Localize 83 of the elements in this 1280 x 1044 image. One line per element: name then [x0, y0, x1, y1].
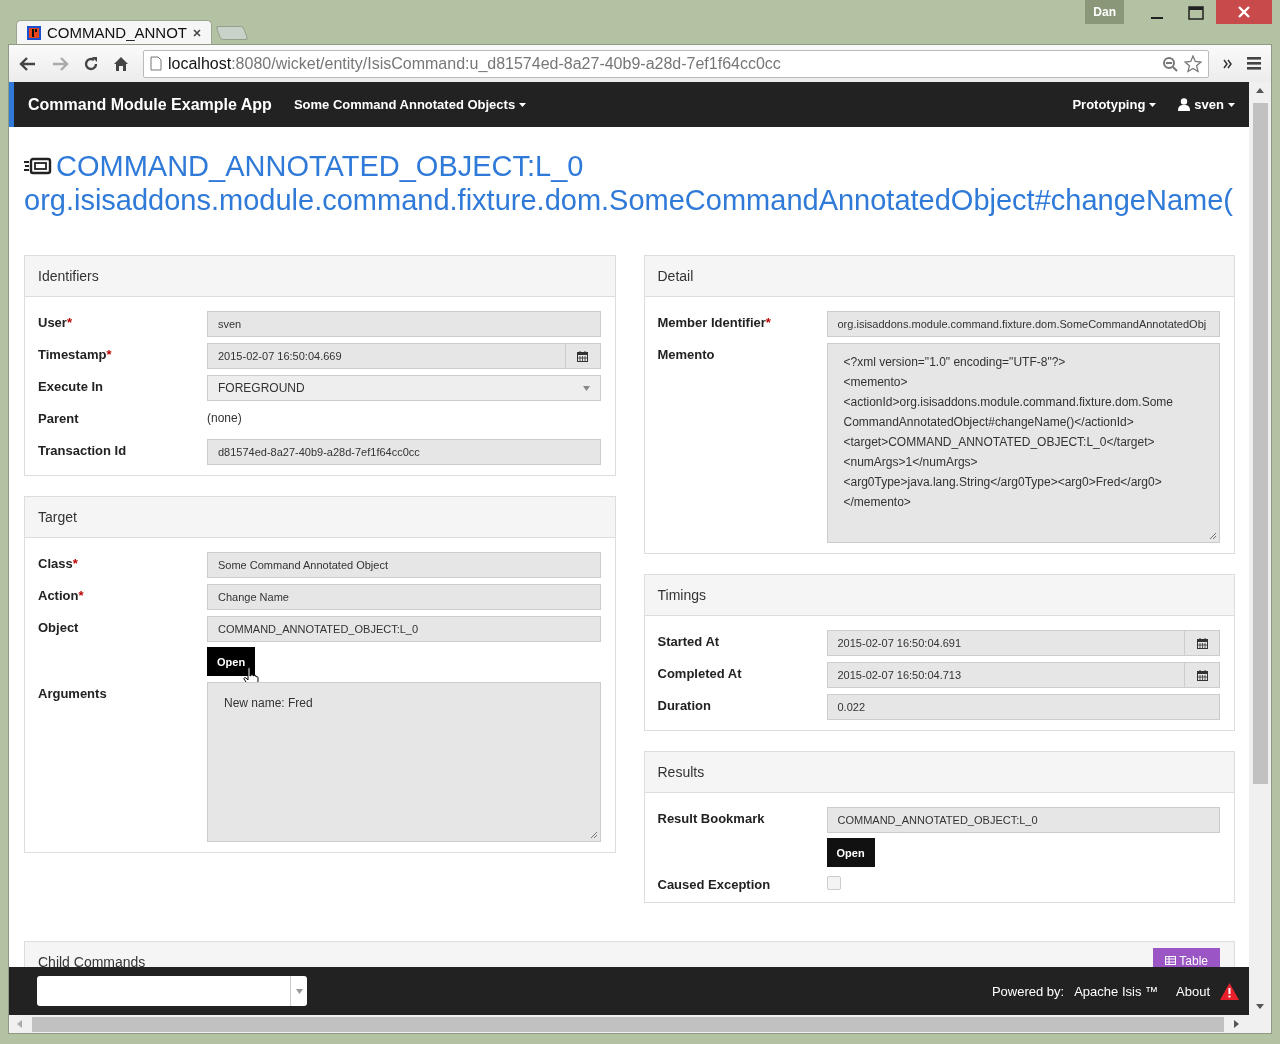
field-label: Execute In — [38, 378, 105, 396]
text-field[interactable]: COMMAND_ANNOTATED_OBJECT:L_0 — [207, 616, 601, 642]
about-link[interactable]: About — [1176, 983, 1210, 999]
powered-by-label: Powered by: — [991, 983, 1065, 999]
text-field[interactable]: Some Command Annotated Object — [207, 552, 601, 578]
nav-menu[interactable]: Prototyping — [1072, 97, 1157, 112]
field-label: Duration — [657, 697, 712, 715]
field-label: Action* — [38, 587, 85, 605]
table-icon — [1165, 956, 1177, 965]
select-field[interactable] — [37, 976, 307, 1006]
field-label: Arguments — [38, 685, 108, 703]
panel-title: Identifiers — [38, 268, 99, 284]
app-logo-icon — [27, 25, 41, 40]
calendar-icon[interactable] — [1196, 637, 1208, 649]
field-label: Memento — [657, 346, 716, 364]
warning-icon — [1220, 982, 1239, 1000]
text-field[interactable]: d81574ed-8a27-40b9-a28d-7ef1f64cc0cc — [207, 439, 601, 465]
scroll-up-icon[interactable] — [1256, 88, 1264, 93]
home-icon[interactable] — [113, 55, 129, 72]
date-field[interactable]: 2015-02-07 16:50:04.669 — [207, 343, 601, 369]
field-label: Member Identifier* — [657, 314, 772, 332]
calendar-icon[interactable] — [577, 350, 588, 362]
date-field[interactable]: 2015-02-07 16:50:04.691 — [826, 630, 1220, 656]
resize-grip-icon[interactable] — [589, 831, 598, 839]
select-field[interactable]: FOREGROUND — [207, 375, 601, 401]
panel-title: Child Commands — [38, 953, 146, 967]
zoom-icon[interactable] — [1162, 55, 1178, 72]
field-label: Started At — [657, 633, 721, 651]
address-bar[interactable]: localhost:8080/wicket/entity/IsisCommand:u_d81574ed-8a27-40b9-a28d-7ef1f64cc0cc — [143, 49, 1209, 78]
field-value: (none) — [207, 410, 243, 427]
text-field[interactable]: 0.022 — [826, 694, 1220, 720]
reload-icon[interactable] — [83, 55, 99, 72]
user-icon — [1178, 98, 1191, 111]
text-field[interactable]: COMMAND_ANNOTATED_OBJECT:L_0 — [826, 807, 1220, 833]
apache-isis-link[interactable]: Apache Isis ™ — [1074, 983, 1158, 999]
caret-icon — [295, 988, 303, 994]
resize-grip-icon[interactable] — [1209, 532, 1217, 540]
close-icon — [1237, 5, 1251, 19]
field-label: Object — [38, 619, 80, 637]
scroll-down-icon[interactable] — [1256, 1004, 1264, 1009]
text-field[interactable]: org.isisaddons.module.command.fixture.dom.SomeCommandAnnotatedObj — [826, 311, 1220, 337]
app-title[interactable]: Command Module Example App — [28, 95, 272, 114]
panel-title: Target — [38, 509, 77, 525]
caret-icon — [1149, 102, 1157, 107]
panel-title: Results — [657, 764, 705, 780]
panel-title: Timings — [657, 587, 706, 603]
back-icon[interactable] — [19, 55, 37, 72]
calendar-icon[interactable] — [1196, 669, 1208, 681]
close-window-button[interactable] — [1216, 0, 1272, 24]
open-button[interactable]: Open — [826, 838, 875, 867]
star-icon[interactable] — [1184, 54, 1202, 73]
caret-icon — [582, 385, 590, 391]
nav-menu[interactable]: sven — [1178, 97, 1235, 112]
field-label: Caused Exception — [657, 876, 772, 892]
browser-tab[interactable]: COMMAND_ANNOT — [16, 20, 212, 44]
command-icon — [24, 156, 52, 176]
nav-menu[interactable]: Some Command Annotated Objects — [293, 97, 527, 112]
text-field[interactable]: sven — [207, 311, 601, 337]
field-label: Completed At — [657, 665, 743, 683]
object-title: COMMAND_ANNOTATED_OBJECT:L_0 — [56, 149, 584, 183]
text-area[interactable]: New name: Fred — [207, 682, 601, 842]
date-field[interactable]: 2015-02-07 16:50:04.713 — [826, 662, 1220, 688]
open-button[interactable]: Open — [207, 647, 256, 676]
menu-icon[interactable] — [1247, 57, 1261, 70]
field-label: Timestamp* — [38, 346, 113, 364]
page-icon — [150, 56, 162, 71]
field-label: User* — [38, 314, 73, 332]
scroll-right-icon[interactable] — [1234, 1020, 1239, 1028]
text-area[interactable]: <?xml version="1.0" encoding="UTF-8"?> <memento> <actionId>org.isisaddons.module.command.fixture.dom.Some CommandAnnotatedObject#changeName()</actionId> <target>COMMAND_ANNOTATED_OBJECT:L_0</target> <numArgs>1</numArgs> <arg0Type>java.lang.String</arg0Type><arg0>Fred</arg0> </memento> — [826, 343, 1220, 543]
checkbox[interactable] — [826, 876, 841, 890]
field-label: Result Bookmark — [657, 810, 766, 828]
text-field[interactable]: Change Name — [207, 584, 601, 610]
table-button[interactable]: Table — [1153, 948, 1220, 967]
caret-icon — [1228, 102, 1235, 107]
field-label: Class* — [38, 555, 79, 573]
panel-title: Detail — [657, 268, 694, 284]
member-title: org.isisaddons.module.command.fixture.dom.SomeCommandAnnotatedObject#changeName( — [24, 183, 1233, 217]
field-label: Transaction Id — [38, 442, 128, 460]
caret-icon — [519, 102, 527, 107]
field-label: Parent — [38, 410, 80, 428]
maximize-icon[interactable] — [1188, 6, 1204, 20]
close-icon[interactable] — [193, 28, 201, 37]
extensions-icon[interactable] — [1223, 58, 1233, 69]
